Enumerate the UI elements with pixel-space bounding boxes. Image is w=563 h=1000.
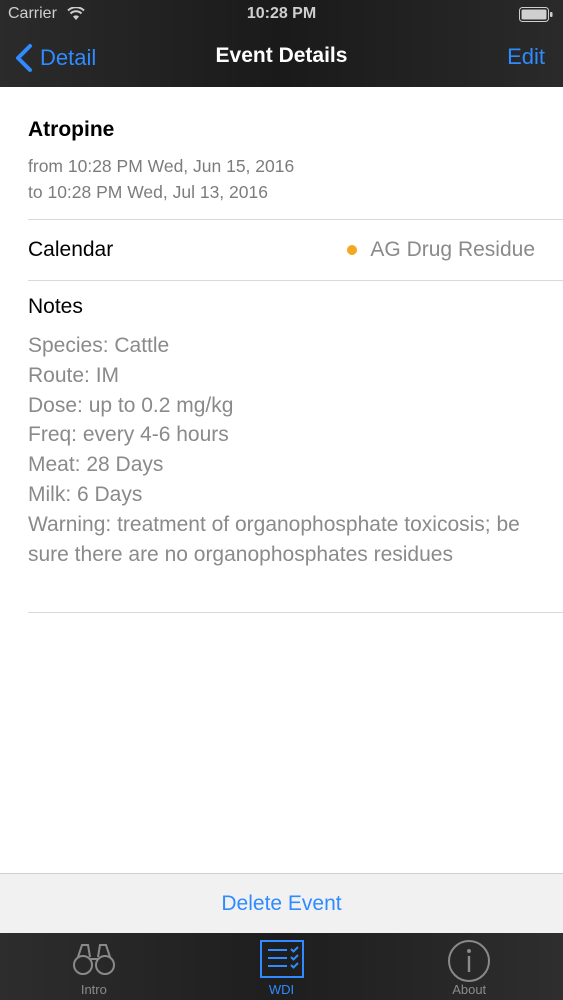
page-title: Event Details	[215, 44, 348, 67]
notes-text: Species: Cattle Route: IM Dose: up to 0.…	[28, 334, 520, 566]
notes-section: Notes Species: Cattle Route: IM Dose: up…	[28, 295, 548, 569]
event-title: Atropine	[28, 118, 115, 141]
event-date-range: from 10:28 PM Wed, Jun 15, 2016 to 10:28…	[28, 153, 548, 205]
edit-button[interactable]: Edit	[507, 44, 545, 70]
calendar-name: AG Drug Residue	[370, 238, 535, 261]
calendar-row[interactable]: Calendar AG Drug Residue	[28, 222, 535, 278]
notes-label: Notes	[28, 295, 83, 318]
tab-about-label: About	[452, 982, 487, 997]
tab-wdi[interactable]: WDI	[188, 933, 376, 1000]
calendar-value: AG Drug Residue	[347, 238, 535, 262]
tab-about[interactable]: About	[375, 933, 563, 1000]
tab-wdi-label: WDI	[268, 982, 295, 997]
event-start-date: from 10:28 PM Wed, Jun 15, 2016	[28, 156, 295, 176]
divider	[28, 280, 563, 281]
checklist-icon	[259, 940, 304, 978]
event-summary: Atropine from 10:28 PM Wed, Jun 15, 2016…	[28, 118, 548, 205]
divider	[28, 612, 563, 613]
event-end-date: to 10:28 PM Wed, Jul 13, 2016	[28, 182, 268, 202]
divider	[28, 219, 563, 220]
navigation-header: Carrier 10:28 PM Detail Event Details Ed…	[0, 0, 563, 87]
status-time: 10:28 PM	[246, 5, 317, 22]
tab-bar: Intro WDI About	[0, 933, 563, 1000]
binoculars-icon	[72, 944, 115, 975]
tab-intro-label: Intro	[80, 982, 107, 997]
calendar-label: Calendar	[28, 238, 114, 261]
tab-intro[interactable]: Intro	[0, 933, 188, 1000]
info-icon	[448, 940, 491, 982]
status-bar: Carrier 10:28 PM	[0, 0, 563, 30]
calendar-color-dot-icon	[347, 245, 358, 255]
bottom-toolbar: Delete Event	[0, 873, 563, 933]
delete-event-button[interactable]: Delete Event	[221, 892, 341, 916]
battery-icon	[519, 7, 553, 22]
